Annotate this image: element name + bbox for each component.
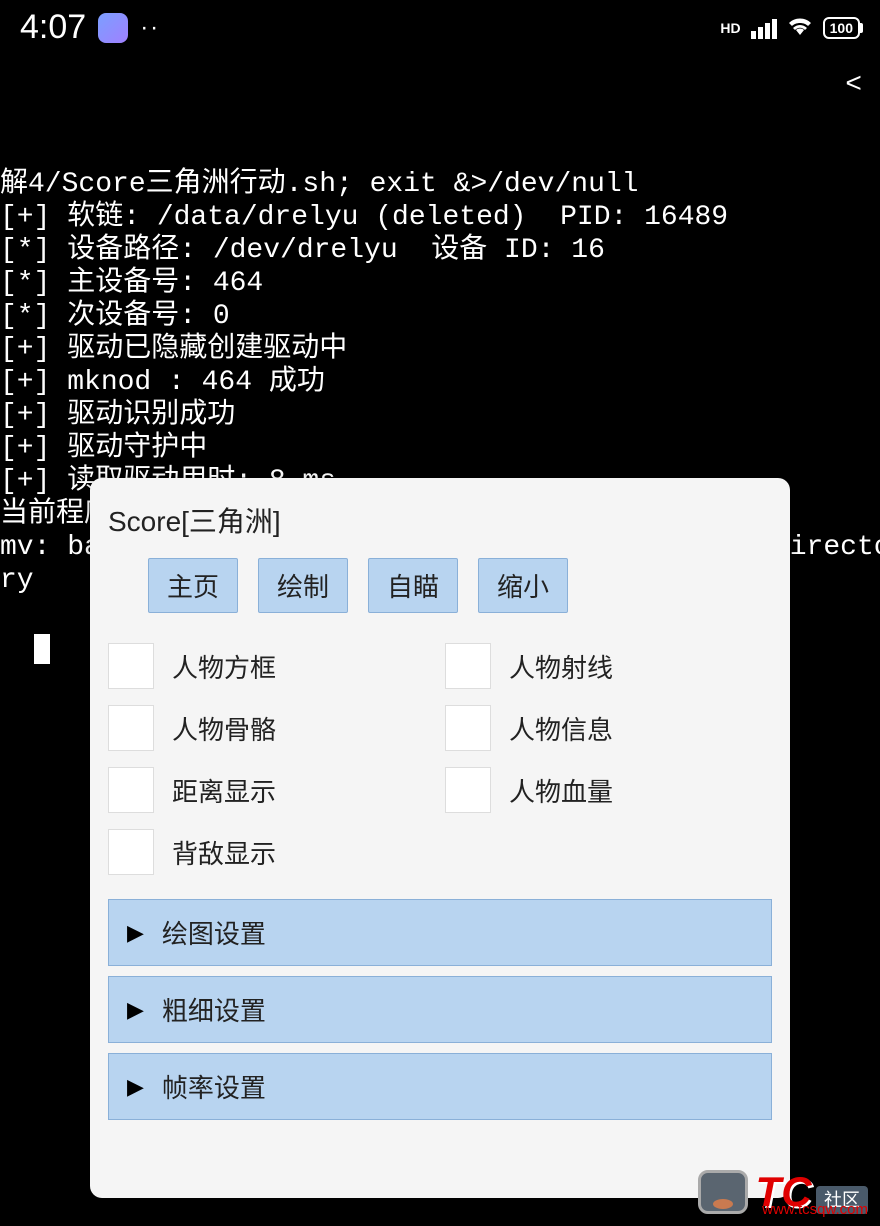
signal-icon xyxy=(751,17,777,39)
checkbox-3[interactable] xyxy=(445,705,491,751)
checkbox-label-6: 背敌显示 xyxy=(172,834,276,871)
tab-2[interactable]: 自瞄 xyxy=(368,558,458,613)
tab-0[interactable]: 主页 xyxy=(148,558,238,613)
chevron-right-icon: ▶ xyxy=(127,920,144,946)
wifi-icon xyxy=(787,14,813,42)
checkbox-label-5: 人物血量 xyxy=(509,772,613,809)
tab-3[interactable]: 缩小 xyxy=(478,558,568,613)
status-time: 4:07 xyxy=(20,8,86,47)
checkbox-1[interactable] xyxy=(445,643,491,689)
cheat-panel[interactable]: Score[三角洲] 主页绘制自瞄缩小 人物方框 人物射线人物骨骼 人物信息距离显示… xyxy=(90,478,790,1198)
watermark-mascot-icon xyxy=(698,1170,748,1214)
chevron-right-icon: ▶ xyxy=(127,997,144,1023)
terminal-caret-icon: < xyxy=(845,69,862,102)
panel-title: Score[三角洲] xyxy=(108,500,772,540)
checkbox-row-3[interactable]: 人物信息 xyxy=(445,705,772,751)
checkbox-label-3: 人物信息 xyxy=(509,710,613,747)
checkbox-label-1: 人物射线 xyxy=(509,648,613,685)
status-bar: 4:07 ·· HD 100 xyxy=(0,0,880,55)
checkbox-label-4: 距离显示 xyxy=(172,772,276,809)
status-more-dots: ·· xyxy=(140,14,160,42)
checkbox-5[interactable] xyxy=(445,767,491,813)
checkbox-row-1[interactable]: 人物射线 xyxy=(445,643,772,689)
expander-1[interactable]: ▶ 粗细设置 xyxy=(108,976,772,1043)
checkbox-4[interactable] xyxy=(108,767,154,813)
hd-indicator: HD xyxy=(720,20,740,36)
expander-label-1: 粗细设置 xyxy=(162,991,266,1028)
checkbox-row-6[interactable]: 背敌显示 xyxy=(108,829,772,875)
chevron-right-icon: ▶ xyxy=(127,1074,144,1100)
battery-icon: 100 xyxy=(823,17,860,39)
expander-2[interactable]: ▶ 帧率设置 xyxy=(108,1053,772,1120)
expander-0[interactable]: ▶ 绘图设置 xyxy=(108,899,772,966)
checkbox-label-0: 人物方框 xyxy=(172,648,276,685)
checkbox-row-5[interactable]: 人物血量 xyxy=(445,767,772,813)
checkbox-label-2: 人物骨骼 xyxy=(172,710,276,747)
checkbox-row-2[interactable]: 人物骨骼 xyxy=(108,705,435,751)
checkbox-2[interactable] xyxy=(108,705,154,751)
tab-1[interactable]: 绘制 xyxy=(258,558,348,613)
terminal-cursor xyxy=(34,634,50,664)
watermark: TC 社区 www.tcsqw.com xyxy=(698,1168,868,1216)
checkbox-0[interactable] xyxy=(108,643,154,689)
checkbox-row-0[interactable]: 人物方框 xyxy=(108,643,435,689)
recent-app-icon xyxy=(98,13,128,43)
checkbox-6[interactable] xyxy=(108,829,154,875)
checkbox-row-4[interactable]: 距离显示 xyxy=(108,767,435,813)
expander-label-0: 绘图设置 xyxy=(162,914,266,951)
expander-label-2: 帧率设置 xyxy=(162,1068,266,1105)
watermark-url: www.tcsqw.com xyxy=(762,1201,868,1218)
